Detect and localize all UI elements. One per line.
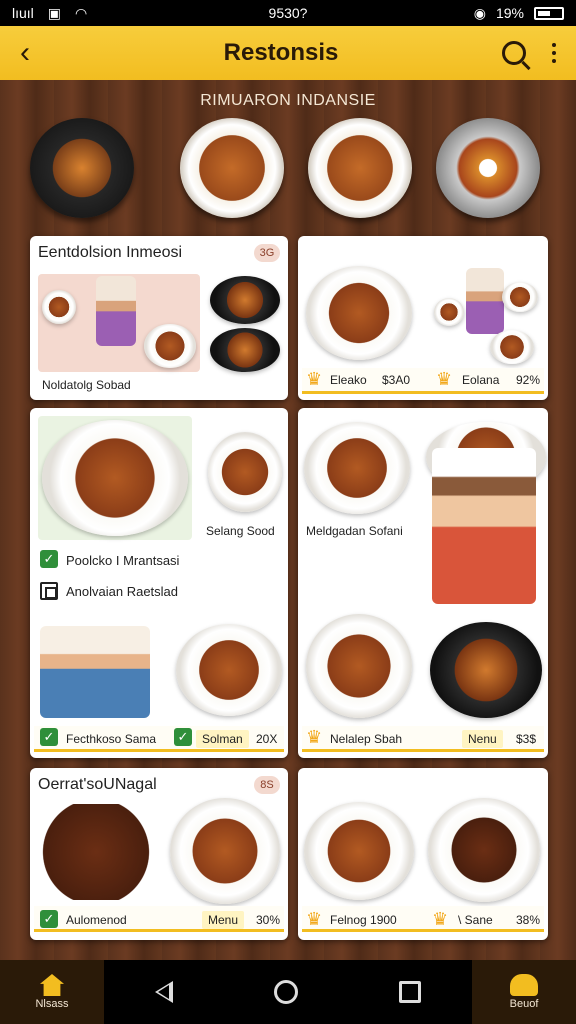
- woman-hijab-image: [432, 448, 536, 604]
- home-icon: [40, 974, 64, 996]
- star-icon: ♛: [306, 909, 323, 929]
- grilled-meat-image: [428, 798, 540, 902]
- featured-dish-3[interactable]: [308, 118, 412, 218]
- restaurant-card-1[interactable]: Eentdolsion Inmeosi 3G Noldatolg Sobad: [30, 236, 288, 400]
- restaurant-card-5[interactable]: Oerrat'soUNagal 8S ✓ Aulomenod Menu 30%: [30, 768, 288, 940]
- chef-image: [466, 268, 504, 334]
- price-label: $3$: [516, 732, 537, 746]
- menu-badge[interactable]: Menu: [202, 911, 245, 929]
- card-title: Eentdolsion Inmeosi: [38, 244, 183, 261]
- back-triangle-icon[interactable]: [154, 981, 173, 1003]
- side-dish-image: [208, 432, 282, 512]
- checkbox-checked-icon[interactable]: ✓: [40, 728, 58, 746]
- footer-label: Nelalep Sbah: [330, 732, 403, 746]
- dish-caption: Meldgadan Sofani: [306, 524, 403, 538]
- restaurant-card-3[interactable]: Selang Sood ✓ Poolcko I Mrantsasi Anolva…: [30, 408, 288, 758]
- featured-dish-1[interactable]: [30, 118, 134, 218]
- box-icon[interactable]: [40, 582, 58, 600]
- chef-image: [96, 276, 136, 346]
- roast-chicken-image: [306, 614, 412, 718]
- fried-chicken-image: [176, 624, 282, 716]
- diners-image: [40, 626, 150, 718]
- tag-chip[interactable]: 8S: [254, 776, 280, 794]
- sauce-bowl-image: [490, 330, 534, 364]
- restaurant-card-4[interactable]: Meldgadan Sofani ♛ Nelalep Sbah Nenu $3$: [298, 408, 548, 758]
- carrier-signal: lıuıl: [12, 5, 34, 21]
- star-icon: ♛: [306, 369, 323, 389]
- featured-dish-2[interactable]: [180, 118, 284, 218]
- card-caption: Noldatolg Sobad: [42, 378, 131, 392]
- footer-badge: Solman: [196, 730, 249, 748]
- navigation-bar: Nlsass Beuof: [0, 960, 576, 1024]
- tag-chip[interactable]: 3G: [254, 244, 280, 262]
- nav-chef-button[interactable]: Beuof: [472, 960, 576, 1024]
- chef-hat-icon: [510, 974, 538, 996]
- price-label: $3A0: [382, 373, 411, 387]
- percent-label: 30%: [256, 913, 281, 927]
- percent-label: 38%: [516, 913, 541, 927]
- checkbox-checked-icon[interactable]: ✓: [40, 550, 58, 568]
- card-title: Oerrat'soUNagal: [38, 776, 157, 793]
- sim-icon: ▣: [47, 4, 62, 21]
- option-label: Poolcko I Mrantsasi: [66, 553, 180, 568]
- restaurant-card-6[interactable]: ♛ Felnog 1900 ♛ \ Sane 38%: [298, 768, 548, 940]
- fried-fish-image: [170, 798, 280, 904]
- footer-label: Fecthkoso Sama: [66, 732, 157, 746]
- more-options-icon[interactable]: [552, 43, 556, 63]
- side-bowl-image: [434, 298, 464, 326]
- noodle-dish-image: [210, 276, 280, 324]
- percent-label: 20X: [256, 732, 278, 746]
- featured-dish-4[interactable]: [436, 118, 540, 218]
- salad-chicken-image: [42, 420, 188, 536]
- section-header: RIMUARON INDANSIE: [200, 92, 376, 109]
- sausage-dish-image: [38, 804, 154, 900]
- curry-dish-image: [144, 324, 196, 368]
- option-label: Anolvaian Raetslad: [66, 584, 179, 599]
- battery-icon: [534, 6, 564, 20]
- nav-home-label: Nlsass: [35, 998, 69, 1010]
- page-title: Restonsis: [223, 39, 339, 66]
- checkbox-checked-icon[interactable]: ✓: [174, 728, 192, 746]
- home-circle-icon[interactable]: [273, 980, 298, 1004]
- star-icon: ♛: [306, 727, 323, 747]
- menu-badge[interactable]: Nenu: [462, 730, 503, 748]
- nav-home-button[interactable]: Nlsass: [0, 960, 104, 1024]
- side-bowl-image: [502, 282, 538, 312]
- grilled-meat-image: [304, 422, 410, 514]
- star-icon: ♛: [432, 909, 449, 929]
- back-arrow-icon[interactable]: ‹: [20, 36, 60, 70]
- footer-label: \ Sane: [458, 913, 493, 927]
- grill-platter-image: [430, 622, 542, 718]
- app-bar: ‹ Restonsis: [0, 26, 576, 80]
- wifi-icon: ◠: [75, 4, 88, 21]
- checkbox-checked-icon[interactable]: ✓: [40, 910, 58, 928]
- restaurant-card-2[interactable]: ♛ Eleako $3A0 ♛ Eolana 92%: [298, 236, 548, 400]
- featured-dishes-row: [30, 118, 550, 218]
- dish-image: [306, 266, 412, 360]
- search-icon[interactable]: [502, 41, 526, 65]
- soup-bowl-image: [42, 290, 76, 324]
- status-bar: lıuıl ▣ ◠ 9530? ◉ 19%: [0, 0, 576, 26]
- chicken-dish-image: [304, 802, 414, 900]
- battery-percent: 19%: [495, 5, 524, 21]
- nav-chef-label: Beuof: [509, 998, 539, 1010]
- footer-label: Aulomenod: [66, 913, 127, 927]
- recents-square-icon[interactable]: [399, 981, 422, 1003]
- percent-label: 92%: [516, 373, 541, 387]
- rating-label: Eolana: [462, 373, 500, 387]
- star-icon: ♛: [436, 369, 453, 389]
- alarm-icon: ◉: [473, 4, 486, 21]
- rating-label: Eleako: [330, 373, 367, 387]
- grill-dish-image: [210, 328, 280, 372]
- footer-label: Felnog 1900: [330, 913, 397, 927]
- dish-caption: Selang Sood: [206, 524, 275, 538]
